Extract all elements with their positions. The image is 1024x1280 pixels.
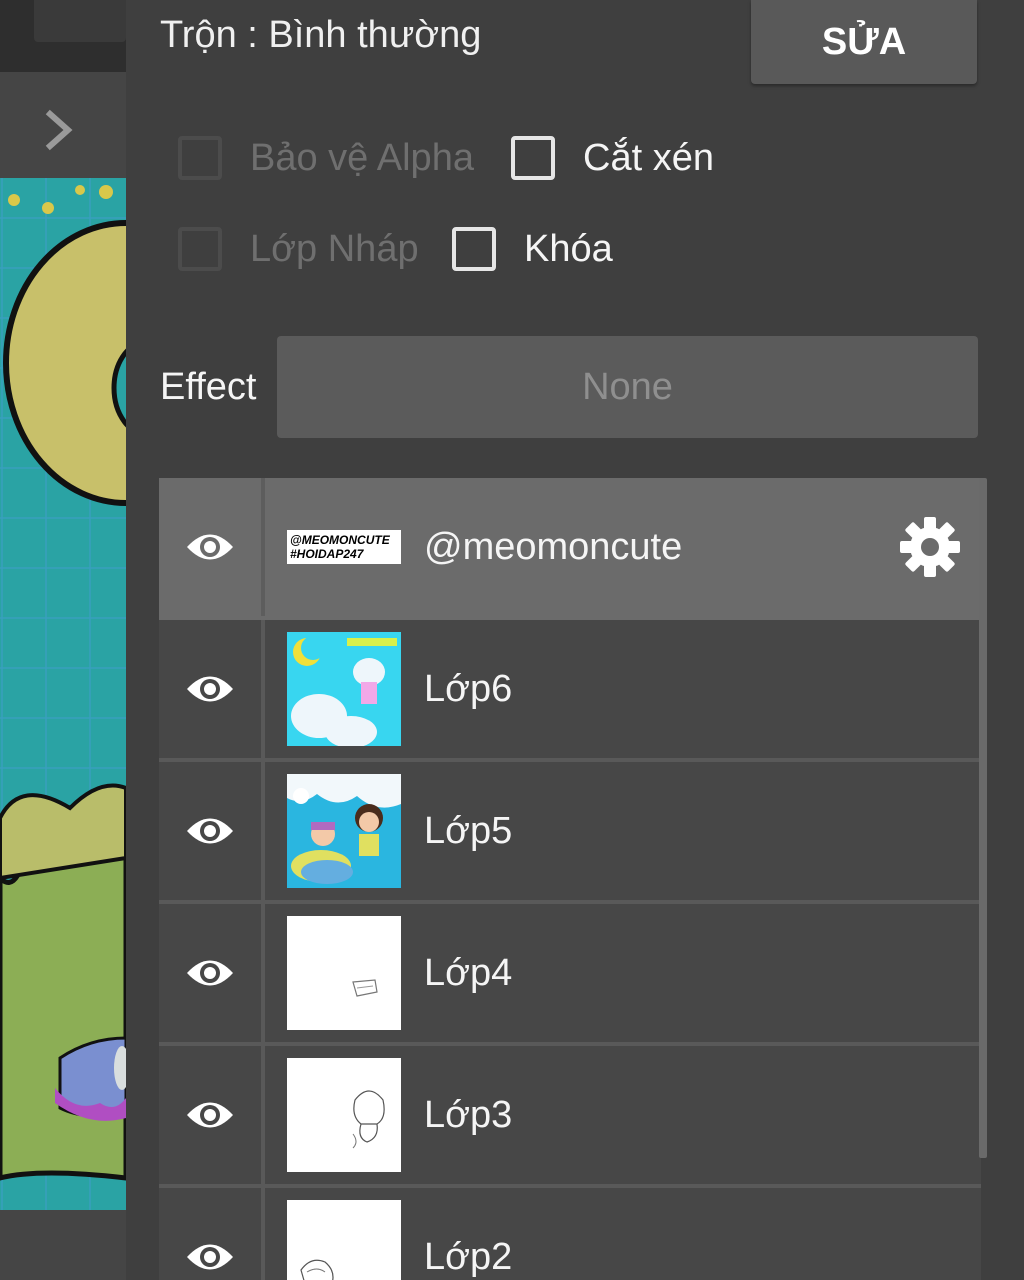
layer-row[interactable]: Lớp4 xyxy=(159,904,981,1046)
layer-thumbnail: @MEOMONCUTE #HOIDAP247 xyxy=(287,530,401,564)
alpha-protect-checkbox[interactable] xyxy=(178,136,222,180)
layer-thumbnail xyxy=(287,632,401,746)
alpha-protect-label: Bảo vệ Alpha xyxy=(250,136,474,179)
draft-layer-option[interactable]: Lớp Nháp xyxy=(178,227,419,271)
visibility-toggle[interactable] xyxy=(159,904,265,1042)
eye-icon[interactable] xyxy=(185,814,235,848)
layer-list-scrollbar[interactable] xyxy=(979,478,987,1158)
layer-name: Lớp3 xyxy=(424,1094,513,1136)
layer-thumbnail xyxy=(287,916,401,1030)
layer-name: Lớp5 xyxy=(424,810,513,852)
blend-mode-label[interactable]: Trộn : Bình thường xyxy=(160,14,481,57)
eye-icon[interactable] xyxy=(185,956,235,990)
lock-option[interactable]: Khóa xyxy=(452,227,613,271)
layer-list[interactable]: @MEOMONCUTE #HOIDAP247 @meomoncute Lớp6 … xyxy=(159,478,981,1280)
layer-name: Lớp2 xyxy=(424,1236,513,1278)
layer-thumbnail xyxy=(287,774,401,888)
visibility-toggle[interactable] xyxy=(159,478,265,616)
layer-row[interactable]: Lớp3 xyxy=(159,1046,981,1188)
alpha-protect-option[interactable]: Bảo vệ Alpha xyxy=(178,136,474,180)
effect-label: Effect xyxy=(160,366,257,408)
layer-thumbnail xyxy=(287,1200,401,1280)
visibility-toggle[interactable] xyxy=(159,1046,265,1184)
thumbnail-text: @MEOMONCUTE xyxy=(290,533,390,547)
canvas-artwork xyxy=(0,178,126,1210)
layer-name: @meomoncute xyxy=(424,526,683,568)
visibility-toggle[interactable] xyxy=(159,1188,265,1280)
top-toolbar xyxy=(0,0,126,72)
toolbar-button[interactable] xyxy=(34,0,126,42)
edit-button[interactable]: SỬA xyxy=(751,0,977,84)
effect-select[interactable]: None xyxy=(277,336,978,438)
visibility-toggle[interactable] xyxy=(159,620,265,758)
layer-row[interactable]: Lớp2 xyxy=(159,1188,981,1280)
layer-name: Lớp6 xyxy=(424,668,513,710)
clipping-label: Cắt xén xyxy=(583,136,714,179)
layer-thumbnail xyxy=(287,1058,401,1172)
eye-icon[interactable] xyxy=(185,672,235,706)
chevron-right-icon[interactable] xyxy=(40,108,80,152)
draft-layer-label: Lớp Nháp xyxy=(250,227,419,270)
thumbnail-text: #HOIDAP247 xyxy=(290,547,364,561)
gear-icon[interactable] xyxy=(899,516,961,578)
eye-icon[interactable] xyxy=(185,1240,235,1274)
layer-panel: Trộn : Bình thường SỬA Bảo vệ Alpha Cắt … xyxy=(126,0,1024,1280)
layer-row[interactable]: Lớp5 xyxy=(159,762,981,904)
lock-label: Khóa xyxy=(524,227,613,270)
layer-row[interactable]: @MEOMONCUTE #HOIDAP247 @meomoncute xyxy=(159,478,981,620)
clipping-checkbox[interactable] xyxy=(511,136,555,180)
lock-checkbox[interactable] xyxy=(452,227,496,271)
canvas-area[interactable] xyxy=(0,0,126,1280)
eye-icon[interactable] xyxy=(185,1098,235,1132)
clipping-option[interactable]: Cắt xén xyxy=(511,136,714,180)
layer-name: Lớp4 xyxy=(424,952,513,994)
visibility-toggle[interactable] xyxy=(159,762,265,900)
draft-layer-checkbox[interactable] xyxy=(178,227,222,271)
layer-row[interactable]: Lớp6 xyxy=(159,620,981,762)
eye-icon[interactable] xyxy=(185,530,235,564)
